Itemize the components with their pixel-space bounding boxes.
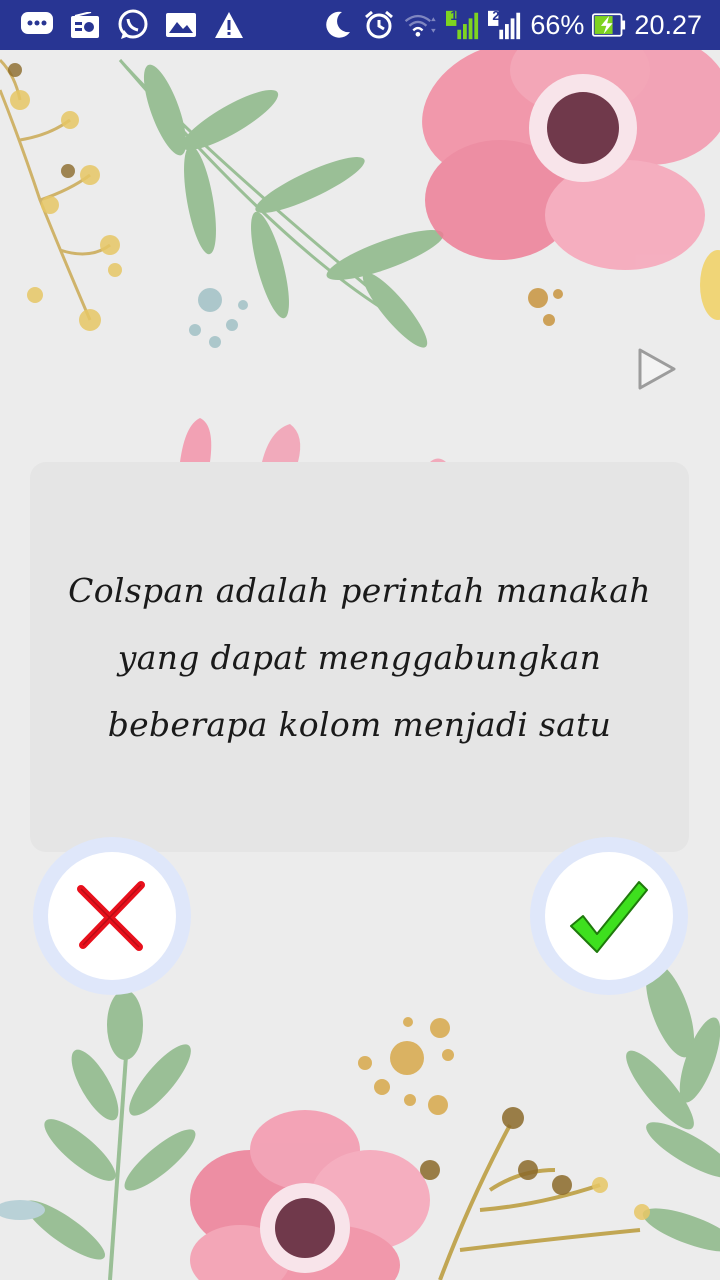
signal-sim1-icon: 1 xyxy=(446,8,480,42)
sim1-label: 1 xyxy=(450,8,458,23)
wifi-icon xyxy=(404,8,438,42)
true-button-inner xyxy=(545,852,673,980)
warning-icon xyxy=(212,8,246,42)
battery-percent: 66% xyxy=(530,9,585,40)
checkmark-icon xyxy=(570,881,648,953)
alarm-icon xyxy=(362,8,396,42)
next-button[interactable] xyxy=(632,344,682,394)
false-button[interactable] xyxy=(33,837,191,995)
clock: 20.27 xyxy=(634,9,702,40)
question-text: Colspan adalah perintah manakah yang dap… xyxy=(68,570,651,744)
moon-icon xyxy=(320,8,354,42)
gallery-icon xyxy=(164,8,198,42)
system-status: 1 2 66% 20.27 xyxy=(320,8,720,42)
question-card: Colspan adalah perintah manakah yang dap… xyxy=(30,462,689,852)
play-arrow-icon xyxy=(638,348,676,390)
chat-bubble-icon xyxy=(20,8,54,42)
signal-sim2-icon: 2 xyxy=(488,8,522,42)
cross-icon xyxy=(77,881,145,951)
true-button[interactable] xyxy=(530,837,688,995)
false-button-inner xyxy=(48,852,176,980)
notification-icons xyxy=(0,8,246,42)
status-bar: 1 2 66% 20.27 xyxy=(0,0,720,50)
battery-charging-icon xyxy=(592,8,626,42)
sim2-label: 2 xyxy=(492,8,500,23)
radio-icon xyxy=(68,8,102,42)
whatsapp-icon xyxy=(116,8,150,42)
